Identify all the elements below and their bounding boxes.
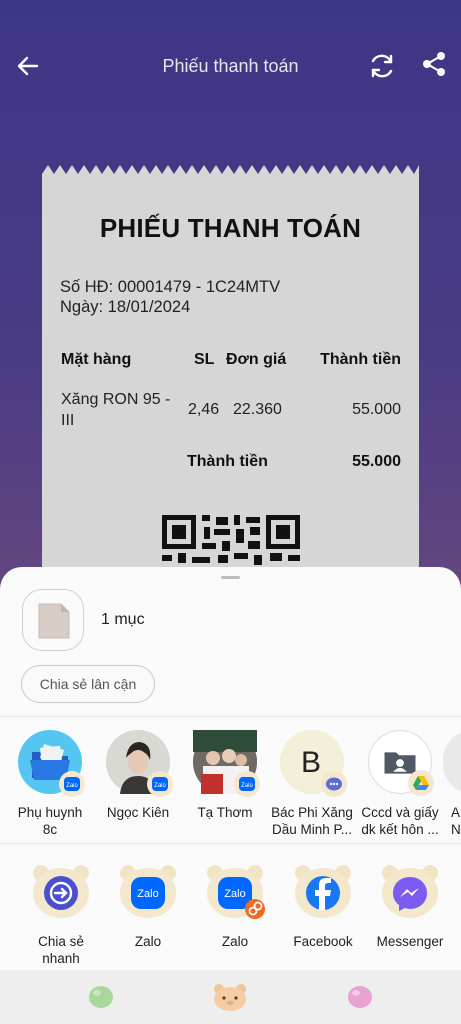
svg-text:Zalo: Zalo [224, 888, 245, 900]
recents-nav-icon[interactable] [345, 984, 375, 1010]
back-nav-icon[interactable] [86, 984, 116, 1010]
document-icon [38, 603, 70, 639]
row-item-name: Xăng RON 95 - [61, 391, 171, 408]
row-price: 22.360 [233, 401, 282, 418]
app-label: Chia sẻ [38, 934, 84, 949]
avatar-letter: B [301, 746, 321, 779]
zalo-icon: Zalo [118, 863, 178, 919]
row-amount: 55.000 [352, 401, 401, 418]
receipt-paper: PHIẾU THANH TOÁN Số HĐ: 00001479 - 1C24M… [42, 165, 419, 585]
share-sheet: 1 mục Chia sẻ lân cận Zalo Phụ huynh 8c [0, 567, 461, 1024]
quick-share-icon [31, 863, 91, 919]
zalo-badge-icon: Zalo [59, 771, 85, 797]
contact-bac-phi[interactable]: B Bác Phi Xăng Dầu Minh P... [267, 730, 357, 838]
header-price: Đơn giá [226, 351, 287, 368]
contact-name-cont: Nu [451, 822, 461, 837]
invoice-date: Ngày: 18/01/2024 [60, 298, 191, 316]
contact-name-cont: 8c [42, 822, 58, 837]
receipt-title: PHIẾU THANH TOÁN [99, 213, 362, 243]
divider [0, 716, 461, 717]
contact-name-cont: Dầu Minh P... [271, 822, 353, 837]
system-nav-bar [0, 970, 461, 1024]
folder-avatar [368, 730, 434, 796]
zalo-dual-icon: Zalo [205, 863, 265, 919]
contact-ngoc-kien[interactable]: Zalo Ngọc Kiên [93, 730, 183, 821]
total-value: 55.000 [352, 453, 401, 470]
header-item: Mặt hàng [61, 351, 132, 368]
contact-name: Ngọc Kiên [106, 805, 170, 820]
letter-avatar: B [280, 730, 347, 797]
svg-text:Zalo: Zalo [241, 783, 253, 789]
google-drive-badge-icon [408, 770, 434, 796]
divider [0, 843, 461, 844]
app-label: Zalo [134, 934, 162, 949]
group-photo-avatar: Zalo [193, 730, 260, 797]
file-preview [22, 589, 84, 651]
home-nav-icon[interactable] [212, 982, 248, 1012]
zalo-badge-icon: Zalo [147, 771, 173, 797]
messages-badge-icon [321, 771, 347, 797]
app-bar: Phiếu thanh toán [0, 40, 461, 94]
partial-avatar [443, 730, 461, 794]
item-count: 1 mục [101, 611, 145, 628]
contact-cccd[interactable]: Cccd và giấy dk kết hôn ... [355, 730, 445, 838]
share-icon[interactable] [418, 48, 450, 80]
app-label: Messenger [376, 934, 444, 949]
contact-ta-thom[interactable]: Zalo Tạ Thơm [180, 730, 270, 821]
contact-name: Cccd và giấy [361, 805, 439, 820]
app-quick-share[interactable]: Chia sẻ nhanh [18, 863, 104, 967]
contact-partial[interactable]: A Nu [443, 730, 461, 838]
app-messenger[interactable]: Messenger [367, 863, 453, 950]
app-zalo-dual[interactable]: Zalo Zalo [192, 863, 278, 950]
contact-name: A [451, 805, 461, 820]
drag-handle[interactable] [221, 576, 240, 579]
contact-name: Tạ Thơm [197, 805, 253, 820]
app-facebook[interactable]: Facebook [280, 863, 366, 950]
zalo-badge-icon: Zalo [234, 771, 260, 797]
app-label: Facebook [293, 934, 353, 949]
app-label-cont: nhanh [42, 951, 80, 966]
header-amount: Thành tiền [320, 351, 401, 368]
messenger-icon [380, 863, 440, 919]
contact-name: Phụ huynh [17, 805, 83, 820]
person-photo-avatar: Zalo [106, 730, 173, 797]
row-item-name-cont: III [61, 412, 75, 429]
refresh-icon[interactable] [366, 50, 398, 82]
total-label: Thành tiền [187, 453, 268, 470]
svg-text:Zalo: Zalo [154, 783, 166, 789]
contact-name: Bác Phi Xăng [271, 805, 353, 820]
app-zalo[interactable]: Zalo Zalo [105, 863, 191, 950]
nearby-share-button[interactable]: Chia sẻ lân cận [21, 665, 155, 703]
contact-phu-huynh-8c[interactable]: Zalo Phụ huynh 8c [5, 730, 95, 838]
folder-avatar: Zalo [18, 730, 85, 797]
svg-text:Zalo: Zalo [66, 783, 78, 789]
invoice-number: Số HĐ: 00001479 - 1C24MTV [60, 278, 281, 296]
header-qty: SL [194, 351, 215, 368]
row-qty: 2,46 [188, 401, 220, 418]
app-label: Zalo [221, 934, 249, 949]
contact-name-cont: dk kết hôn ... [361, 822, 439, 837]
facebook-icon [293, 863, 353, 919]
svg-text:Zalo: Zalo [137, 888, 158, 900]
